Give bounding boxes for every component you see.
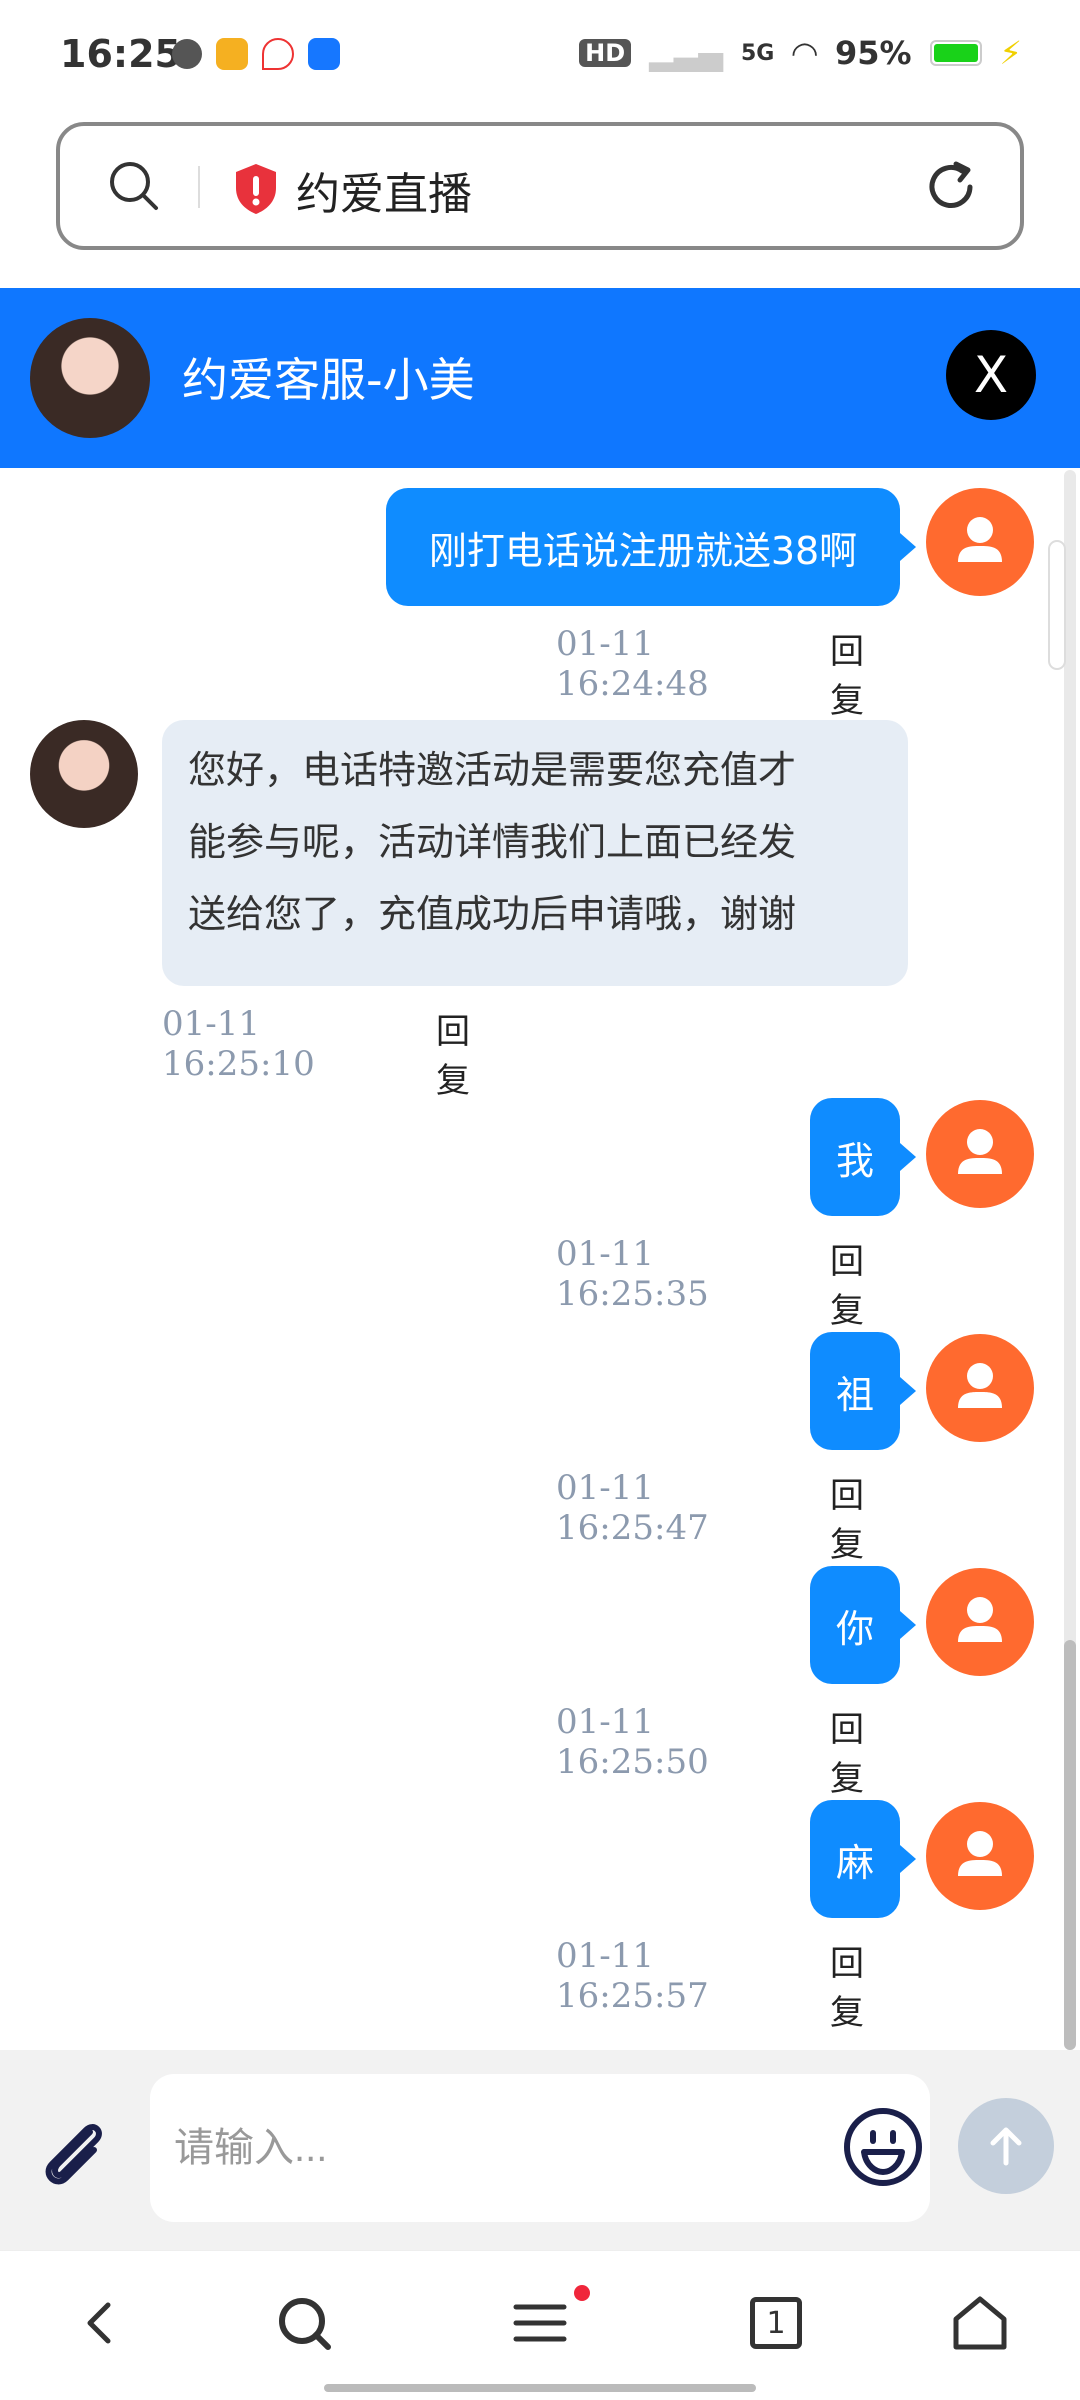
user-icon <box>958 1129 1002 1174</box>
send-button[interactable] <box>958 2098 1054 2194</box>
arrow-up-icon <box>990 2127 1022 2166</box>
signal-weak-icon: ▂▃▄ <box>649 34 723 72</box>
user-avatar <box>926 488 1034 596</box>
message-timestamp: 01-11 16:25:50 <box>556 1702 709 1782</box>
message-timestamp: 01-11 16:25:47 <box>556 1468 709 1548</box>
user-avatar <box>926 1802 1034 1910</box>
divider <box>198 166 200 208</box>
user-icon <box>958 1597 1002 1642</box>
refresh-icon[interactable] <box>922 158 980 216</box>
message-timestamp: 01-11 16:25:10 <box>162 1004 315 1084</box>
reply-link[interactable]: 回复 <box>830 1702 864 1800</box>
user-avatar <box>926 1334 1034 1442</box>
user-avatar <box>926 1568 1034 1676</box>
chat-title: 约爱客服-小美 <box>182 353 475 407</box>
shield-warning-icon <box>236 164 276 214</box>
status-bar: 16:25 HD ▂▃▄ 5G ◠ 95% ⚡ <box>0 0 1080 112</box>
status-time: 16:25 <box>60 32 181 76</box>
scrollbar-thumb[interactable] <box>1064 1640 1076 2050</box>
gesture-bar <box>324 2384 756 2392</box>
search-icon[interactable] <box>274 2293 334 2353</box>
user-icon <box>958 1831 1002 1876</box>
user-icon <box>958 517 1002 562</box>
check-icon <box>172 39 202 69</box>
emoji-icon[interactable] <box>842 2106 924 2188</box>
network-5g-icon: 5G <box>740 40 775 66</box>
wifi-icon: ◠ <box>792 34 817 72</box>
menu-icon[interactable] <box>510 2293 570 2353</box>
tab-count: 1 <box>750 2297 802 2349</box>
message-bubble[interactable]: 我 <box>810 1098 916 1216</box>
page-title: 约爱直播 <box>296 169 472 220</box>
home-icon[interactable] <box>950 2293 1010 2353</box>
user-avatar <box>926 1100 1034 1208</box>
message-timestamp: 01-11 16:24:48 <box>556 624 709 704</box>
address-bar[interactable]: 约爱直播 <box>56 122 1024 250</box>
message-timestamp: 01-11 16:25:57 <box>556 1936 709 2016</box>
status-right: HD ▂▃▄ 5G ◠ 95% ⚡ <box>579 34 1022 72</box>
user-icon <box>958 1363 1002 1408</box>
battery-icon <box>929 40 982 66</box>
notification-dot <box>574 2285 590 2301</box>
message-bubble[interactable]: 您好，电话特邀活动是需要您充值才 能参与呢，活动详情我们上面已经发 送给您了，充… <box>162 720 908 986</box>
message-timestamp: 01-11 16:25:35 <box>556 1234 709 1314</box>
reply-link[interactable]: 回复 <box>830 624 864 722</box>
hd-icon: HD <box>579 39 632 67</box>
reply-link[interactable]: 回复 <box>830 1936 864 2034</box>
chat-header: 约爱客服-小美 X <box>0 288 1080 468</box>
reply-link[interactable]: 回复 <box>436 1004 470 1102</box>
back-icon[interactable] <box>70 2293 130 2353</box>
notification-icons <box>172 38 340 70</box>
message-bubble[interactable]: 你 <box>810 1566 916 1684</box>
message-line: 送给您了，充值成功后申请哦，谢谢 <box>188 892 797 936</box>
message-line: 能参与呢，活动详情我们上面已经发 <box>188 820 797 864</box>
message-bubble[interactable]: 麻 <box>810 1800 916 1918</box>
tabs-button[interactable]: 1 <box>746 2293 806 2353</box>
weibo-icon <box>216 38 248 70</box>
agent-avatar <box>30 318 150 438</box>
scroll-indicator <box>1048 540 1066 670</box>
message-input[interactable] <box>150 2074 930 2222</box>
close-button[interactable]: X <box>946 330 1036 420</box>
browser-bottom-nav: 1 <box>0 2250 1080 2400</box>
alipay-icon <box>308 38 340 70</box>
battery-percent: 95% <box>834 34 912 72</box>
charging-icon: ⚡ <box>999 34 1022 72</box>
search-icon[interactable] <box>108 160 160 212</box>
reply-link[interactable]: 回复 <box>830 1234 864 1332</box>
composer <box>0 2050 1080 2250</box>
reply-link[interactable]: 回复 <box>830 1468 864 1566</box>
message-line: 您好，电话特邀活动是需要您充值才 <box>188 748 797 792</box>
message-bubble[interactable]: 刚打电话说注册就送38啊 <box>386 488 916 606</box>
map-pin-icon <box>262 38 294 70</box>
agent-avatar <box>30 720 138 828</box>
paperclip-icon[interactable] <box>32 2110 116 2194</box>
message-bubble[interactable]: 祖 <box>810 1332 916 1450</box>
